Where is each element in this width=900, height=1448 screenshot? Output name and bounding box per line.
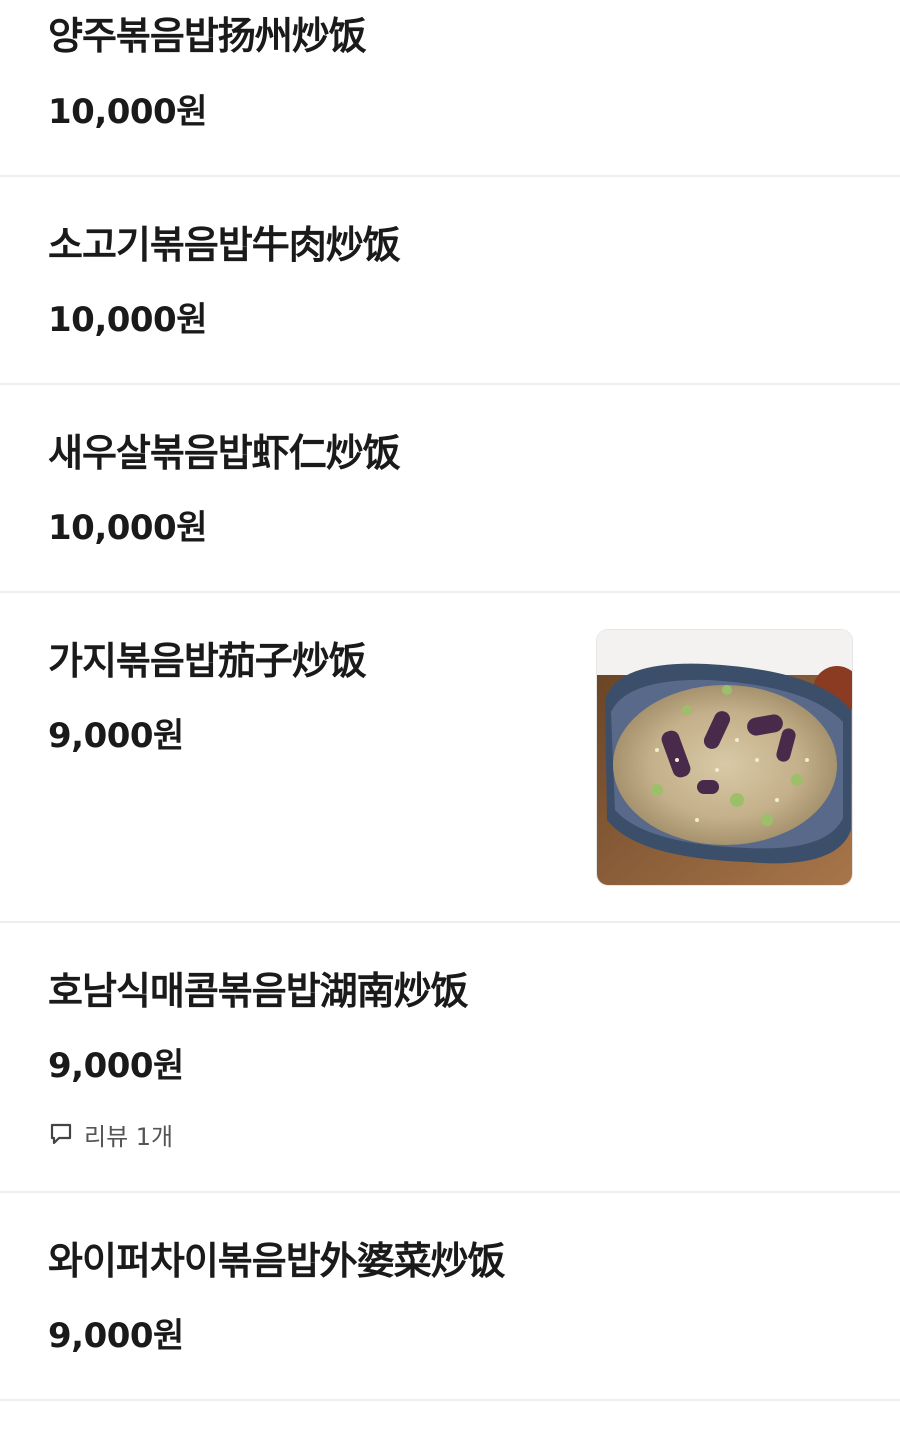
menu-item-name: 호남식매콤볶음밥湖南炒饭 [48,969,469,1013]
menu-item-price: 10,000원 [48,92,207,132]
menu-item[interactable]: 소고기볶음밥牛肉炒饭 10,000원 [0,177,900,385]
review-count-label: 리뷰 1개 [84,1122,174,1151]
speech-bubble-icon [50,1123,72,1145]
menu-item-price: 9,000원 [48,716,184,756]
menu-item[interactable]: 호남식매콤볶음밥湖南炒饭 9,000원 리뷰 1개 [0,923,900,1193]
menu-item-name: 와이퍼차이볶음밥外婆菜炒饭 [48,1239,506,1283]
menu-item-name: 양주볶음밥扬州炒饭 [48,14,367,58]
menu-item-price: 9,000원 [48,1046,184,1086]
menu-item-name: 소고기볶음밥牛肉炒饭 [48,223,401,267]
eggplant-fried-rice-photo [597,630,852,885]
menu-item-name: 새우살볶음밥虾仁炒饭 [48,431,401,475]
menu-item-price: 10,000원 [48,300,207,340]
menu-item[interactable]: 와이퍼차이볶음밥外婆菜炒饭 9,000원 [0,1193,900,1401]
menu-item-name: 가지볶음밥茄子炒饭 [48,639,367,683]
review-count[interactable]: 리뷰 1개 [48,1118,174,1151]
menu-item-price: 9,000원 [48,1316,184,1356]
menu-item[interactable]: 새우살볶음밥虾仁炒饭 10,000원 [0,385,900,593]
menu-item-price: 10,000원 [48,508,207,548]
menu-item[interactable]: 양주볶음밥扬州炒饭 10,000원 [0,0,900,177]
menu-item[interactable]: 가지볶음밥茄子炒饭 9,000원 [0,593,900,923]
menu-item-photo[interactable] [596,629,853,886]
